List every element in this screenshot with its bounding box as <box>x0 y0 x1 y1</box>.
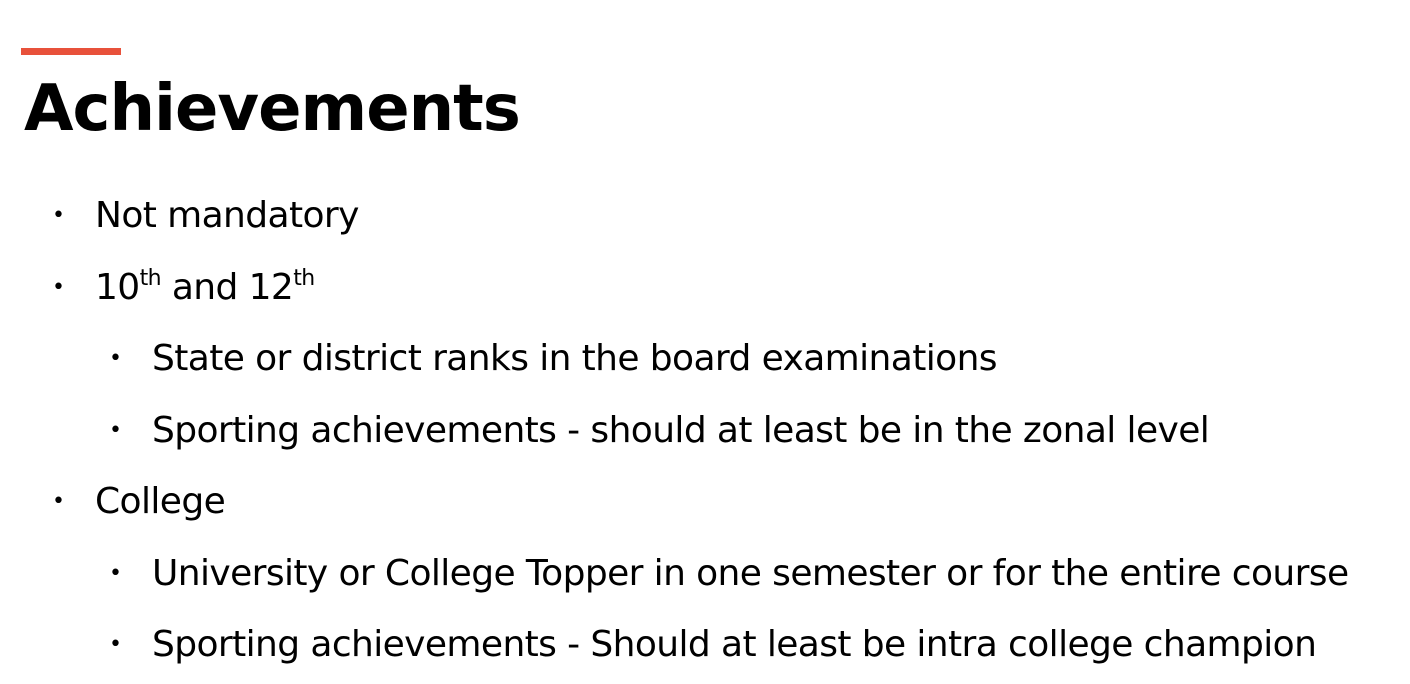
bullet-item: • 10th and 12th <box>0 252 1410 324</box>
sub-bullet-item: • State or district ranks in the board e… <box>0 323 1410 395</box>
ordinal-suffix: th <box>293 265 315 291</box>
grade-connector: and 12 <box>160 266 294 308</box>
bullet-dot-icon: • <box>52 203 65 228</box>
bullet-text: State or district ranks in the board exa… <box>152 338 998 379</box>
ordinal-suffix: th <box>139 265 162 291</box>
sub-bullet-item: • University or College Topper in one se… <box>0 538 1410 610</box>
bullet-dot-icon: • <box>109 417 122 443</box>
bullet-text: College <box>95 481 226 522</box>
bullet-dot-icon: • <box>52 274 65 300</box>
bullet-list: • Not mandatory • 10th and 12th • State … <box>0 180 1410 681</box>
bullet-dot-icon: • <box>109 632 122 657</box>
bullet-text: Sporting achievements - Should at least … <box>152 624 1317 665</box>
grade-number: 10 <box>95 266 140 308</box>
bullet-dot-icon: • <box>109 346 122 371</box>
bullet-text: Sporting achievements - should at least … <box>152 409 1210 451</box>
bullet-item: • College <box>0 466 1410 538</box>
bullet-dot-icon: • <box>52 489 65 514</box>
slide-title: Achievements <box>24 72 521 146</box>
bullet-text: University or College Topper in one seme… <box>152 552 1349 594</box>
sub-bullet-item: • Sporting achievements - Should at leas… <box>0 609 1410 681</box>
bullet-dot-icon: • <box>109 560 122 586</box>
title-accent-bar <box>21 48 121 55</box>
bullet-text: 10th and 12th <box>95 252 315 324</box>
bullet-text: Not mandatory <box>95 195 359 236</box>
bullet-item: • Not mandatory <box>0 180 1410 252</box>
sub-bullet-item: • Sporting achievements - should at leas… <box>0 395 1410 467</box>
